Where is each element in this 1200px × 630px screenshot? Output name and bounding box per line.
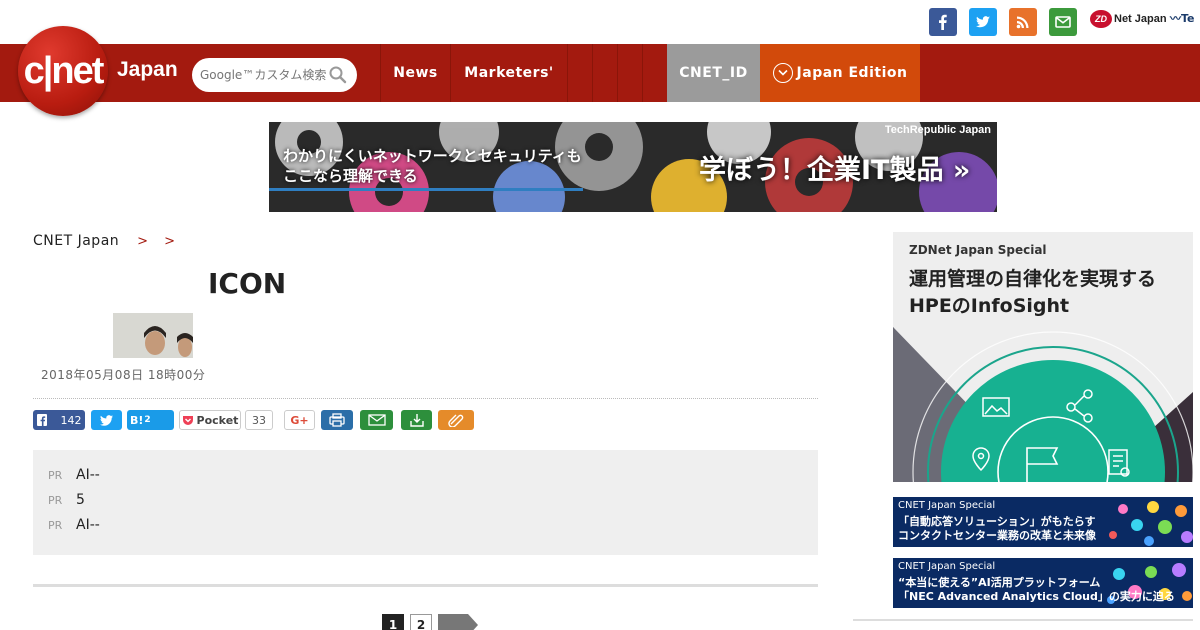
nav-empty-item[interactable]: [618, 44, 642, 102]
banner-cta: 学ぼう！企業IT製品 »: [699, 155, 971, 186]
page-1-button[interactable]: 1: [382, 614, 404, 630]
ad-line1: 「自動応答ソリューション」がもたらす: [898, 515, 1096, 528]
pr-tag: PR: [48, 493, 63, 507]
hpe-ad-headline: 運用管理の自律化を実現する HPEのInfoSight: [909, 266, 1156, 320]
email-share-button[interactable]: [360, 410, 393, 430]
divider: [33, 398, 818, 399]
main-nav: Japan News Marketers' CNET_ID Japan Edit…: [0, 44, 1200, 102]
clip-button[interactable]: [438, 410, 474, 430]
next-page-arrow-icon[interactable]: [438, 614, 478, 630]
pr-tag: PR: [48, 518, 63, 532]
search-input[interactable]: [200, 66, 330, 84]
dots-graphic: [1109, 501, 1193, 546]
ad-headline: 「自動応答ソリューション」がもたらす コンタクトセンター業務の改革と未来像: [898, 515, 1096, 543]
twitter-icon: [100, 414, 113, 426]
zdnet-label: Net Japan: [1114, 13, 1167, 25]
nav-cnet-id[interactable]: CNET_ID: [667, 44, 760, 102]
techrepublic-banner-ad[interactable]: TechRepublic Japan わかりにくいネットワークとセキュリティも …: [269, 122, 997, 212]
nav-marketers[interactable]: Marketers': [451, 44, 567, 102]
banner-line2: ここなら理解できる: [283, 167, 418, 185]
techrepublic-label: Te: [1181, 12, 1195, 25]
twitter-share-button[interactable]: [91, 410, 122, 430]
banner-underline: [269, 188, 583, 191]
article-date: 2018年05月08日 18時00分: [41, 368, 206, 382]
pr-link-text: 5: [76, 492, 85, 508]
page-2-button[interactable]: 2: [410, 614, 432, 630]
hatena-bookmark-button[interactable]: B! 2: [127, 410, 174, 430]
pr-link[interactable]: PR AI--: [48, 467, 100, 483]
article-thumbnail: [113, 313, 193, 358]
facebook-icon: [36, 414, 47, 426]
ad-headline: “本当に使える”AI活用プラットフォーム 「NEC Advanced Analy…: [898, 576, 1175, 604]
pr-link[interactable]: PR 5: [48, 492, 85, 508]
zdnet-mark: ZD: [1090, 10, 1112, 28]
ad-line2: 「NEC Advanced Analytics Cloud」の実力に迫る: [898, 590, 1175, 603]
pocket-icon: [182, 415, 193, 425]
mail-icon: [367, 414, 386, 426]
pr-link-text: AI--: [76, 517, 100, 533]
zdnet-japan-logo[interactable]: ZD Net Japan: [1090, 10, 1167, 28]
download-button[interactable]: [401, 410, 432, 430]
ad-line2: コンタクトセンター業務の改革と未来像: [898, 529, 1096, 542]
hatena-icon: B!: [130, 413, 144, 427]
pr-link-text: AI--: [76, 467, 100, 483]
sidebar-divider: [853, 619, 1193, 621]
hpe-ad-kicker: ZDNet Japan Special: [909, 243, 1047, 257]
nav-empty-item[interactable]: [568, 44, 592, 102]
breadcrumb-home[interactable]: CNET Japan: [33, 233, 119, 249]
rss-icon[interactable]: [1009, 8, 1037, 36]
contact-center-ad[interactable]: CNET Japan Special 「自動応答ソリューション」がもたらす コン…: [893, 497, 1193, 547]
top-utility-bar: ZD Net Japan 〰Te: [0, 0, 1200, 44]
cnet-logo[interactable]: c|net: [18, 26, 108, 116]
nav-divider: [642, 44, 643, 102]
pr-link[interactable]: PR AI--: [48, 517, 100, 533]
edition-label: Japan Edition: [796, 65, 908, 81]
techrepublic-logo[interactable]: 〰Te: [1170, 10, 1195, 26]
breadcrumb-separator: >: [137, 233, 149, 249]
mail-icon[interactable]: [1049, 8, 1077, 36]
techrepublic-mark-icon: 〰: [1170, 12, 1181, 25]
nec-analytics-ad[interactable]: CNET Japan Special “本当に使える”AI活用プラットフォーム …: [893, 558, 1193, 608]
paperclip-icon: [448, 414, 464, 427]
facebook-icon[interactable]: [929, 8, 957, 36]
facebook-share-button[interactable]: 142: [33, 410, 85, 430]
nav-japan-edition[interactable]: Japan Edition: [760, 44, 920, 102]
hpe-infosight-ad[interactable]: ZDNet Japan Special 運用管理の自律化を実現する HPEのIn…: [893, 232, 1193, 482]
article-byline: 2018年05月08日 18時00分: [33, 366, 205, 383]
cnet-logo-text: c|net: [23, 49, 105, 92]
ad-line1: “本当に使える”AI活用プラットフォーム: [898, 576, 1101, 589]
google-plus-button[interactable]: G+: [284, 410, 315, 430]
pocket-label: Pocket: [196, 413, 239, 427]
chevron-down-icon: [772, 63, 793, 83]
banner-tagline: わかりにくいネットワークとセキュリティも ここなら理解できる: [283, 146, 582, 186]
nav-news[interactable]: News: [381, 44, 450, 102]
ad-kicker: CNET Japan Special: [898, 561, 996, 572]
pocket-button[interactable]: Pocket: [179, 410, 241, 430]
download-icon: [409, 414, 424, 427]
logo-japan-text: Japan: [117, 58, 178, 81]
banner-brand: TechRepublic Japan: [884, 124, 991, 136]
breadcrumb-separator: >: [164, 233, 175, 249]
facebook-count: 142: [60, 413, 82, 427]
search-icon[interactable]: [328, 65, 348, 85]
pr-links-box: PR AI-- PR 5 PR AI--: [33, 450, 818, 555]
hpe-ad-line2: HPEのInfoSight: [909, 295, 1070, 317]
hpe-ad-line1: 運用管理の自律化を実現する: [909, 268, 1157, 290]
print-button[interactable]: [321, 410, 353, 430]
banner-line1: わかりにくいネットワークとセキュリティも: [283, 147, 582, 165]
nav-empty-item[interactable]: [593, 44, 617, 102]
print-icon: [329, 413, 345, 427]
search-box[interactable]: [192, 58, 357, 92]
divider: [33, 584, 818, 587]
twitter-icon[interactable]: [969, 8, 997, 36]
pocket-count: 33: [245, 410, 273, 430]
hatena-count: 2: [144, 415, 151, 425]
ad-kicker: CNET Japan Special: [898, 500, 996, 511]
article-title: ICON: [208, 267, 287, 300]
pr-tag: PR: [48, 468, 63, 482]
breadcrumb: CNET Japan > >: [33, 233, 183, 249]
